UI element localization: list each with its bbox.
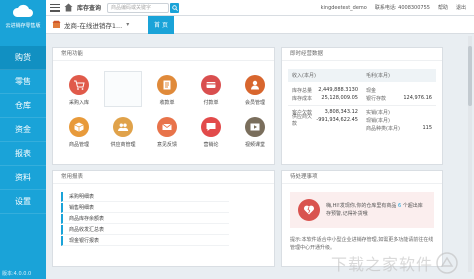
payment-button[interactable]: 付款单 bbox=[193, 71, 229, 109]
common-functions-panel: 常用功能 采购入库 收款单 付款单 会员管理 商品管理 供应商管理 意见反馈 营… bbox=[52, 47, 275, 165]
cash-row: 现金 bbox=[366, 87, 377, 94]
supplier-management-button[interactable]: 供应商管理 bbox=[105, 113, 141, 151]
version-label: 版本:4.0.0.0 bbox=[2, 271, 32, 277]
reports-list: 采购明细表 销售明细表 商品库存余额表 商品收发汇总表 现金银行报表 bbox=[53, 184, 274, 246]
search-button[interactable] bbox=[170, 2, 180, 13]
supplier-icon bbox=[113, 117, 133, 137]
sidebar-item-settings[interactable]: 设置 bbox=[0, 190, 46, 214]
brand-name: 云进销存零售版 bbox=[5, 23, 41, 29]
panel-title: 常用功能 bbox=[53, 48, 274, 61]
store-name: 龙商-在线进销存1... bbox=[64, 21, 123, 30]
common-reports-panel: 常用报表 采购明细表 销售明细表 商品库存余额表 商品收发汇总表 现金银行报表 bbox=[52, 170, 275, 267]
help-link[interactable]: 帮助 bbox=[438, 4, 448, 11]
sidebar-item-data[interactable]: 资料 bbox=[0, 166, 46, 190]
sidebar-item-purchase[interactable]: 购货 bbox=[0, 46, 46, 70]
video-class-button[interactable]: 视频课堂 bbox=[237, 113, 273, 151]
blank-slot bbox=[104, 71, 142, 109]
bank-row: 银行存款 124,976.16 bbox=[366, 95, 432, 102]
sidebar-item-retail[interactable]: 零售 bbox=[0, 70, 46, 94]
cloud-logo-icon bbox=[12, 4, 34, 18]
purchase-in-button[interactable]: 采购入库 bbox=[61, 71, 97, 109]
report-goods-summary[interactable]: 商品收发汇总表 bbox=[61, 225, 229, 235]
video-icon bbox=[245, 117, 265, 137]
tip-note: 提示:本软件适合中小型企业进销存管理,如需更多功能请前往在线管理中心开通升级。 bbox=[290, 237, 434, 251]
search-input[interactable]: 商品编码或关键字 bbox=[107, 2, 170, 13]
watermark-text: 下载之家软件 bbox=[330, 255, 433, 274]
realtime-table: 库存总量 2,449,888.3130 库存成本 25,128,009.05 客户欠… bbox=[288, 86, 436, 132]
stock-cost-row: 库存成本 25,128,009.05 bbox=[292, 95, 358, 102]
sidebar-item-reports[interactable]: 报表 bbox=[0, 142, 46, 166]
store-icon bbox=[52, 20, 61, 29]
watermark-logo-icon bbox=[436, 252, 458, 274]
user-name[interactable]: kingdeetest_demo bbox=[321, 5, 367, 11]
logout-link[interactable]: 退出 bbox=[456, 4, 466, 11]
goods-types-row: 商品种类(本月) 115 bbox=[366, 125, 432, 132]
search-icon bbox=[171, 4, 178, 11]
panel-title: 即时经营数据 bbox=[282, 48, 442, 61]
report-purchase-detail[interactable]: 采购明细表 bbox=[61, 192, 229, 202]
forum-button[interactable]: 营销论 bbox=[193, 113, 229, 151]
panel-title: 常用报表 bbox=[53, 171, 274, 184]
payment-icon bbox=[201, 75, 221, 95]
goods-icon bbox=[69, 117, 89, 137]
cart-icon bbox=[69, 75, 89, 95]
stock-warning-card[interactable]: 嗨,HI!发现你,你的仓库里有商品 6 个超出库存预警,记得补货哦 bbox=[290, 192, 434, 228]
report-cash-bank[interactable]: 现金银行报表 bbox=[61, 236, 229, 246]
supplier-debt-row: 供应商欠款 -991,934,622.45 bbox=[292, 114, 358, 127]
report-sales-detail[interactable]: 销售明细表 bbox=[61, 203, 229, 213]
watermark: 下载之家软件 bbox=[331, 251, 458, 275]
stock-warning-text: 嗨,HI!发现你,你的仓库里有商品 6 个超出库存预警,记得补货哦 bbox=[326, 203, 423, 217]
inventory-query-title[interactable]: 库存查询 bbox=[77, 3, 101, 12]
sidebar-item-funds[interactable]: 资金 bbox=[0, 118, 46, 142]
receipt-button[interactable]: 收款单 bbox=[149, 71, 185, 109]
phone-label: 联系电话: 4008300755 bbox=[374, 5, 430, 11]
sidebar: 云进销存零售版 购货 零售 仓库 资金 报表 资料 设置 版本:4.0.0.0 bbox=[0, 0, 46, 279]
sidebar-nav: 购货 零售 仓库 资金 报表 资料 设置 bbox=[0, 46, 46, 214]
broken-heart-icon bbox=[298, 199, 320, 221]
member-management-button[interactable]: 会员管理 bbox=[237, 71, 273, 109]
top-bar: 库存查询 商品编码或关键字 kingdeetest_demo 联系电话: 400… bbox=[46, 0, 474, 16]
sidebar-item-warehouse[interactable]: 仓库 bbox=[0, 94, 46, 118]
functions-grid: 采购入库 收款单 付款单 会员管理 商品管理 供应商管理 意见反馈 营销论 视频… bbox=[53, 61, 274, 151]
realtime-left-column: 库存总量 2,449,888.3130 库存成本 25,128,009.05 客户欠… bbox=[288, 86, 362, 132]
realtime-right-column: 现金 银行存款 124,976.16 实销(本月) 现销(本月) 商品种类(本月)… bbox=[362, 86, 436, 132]
vertical-scrollbar[interactable] bbox=[468, 36, 472, 272]
goods-management-button[interactable]: 商品管理 bbox=[61, 113, 97, 151]
home-icon[interactable] bbox=[64, 3, 73, 12]
store-bar: 龙商-在线进销存1... ▾ 首 页 bbox=[46, 15, 474, 34]
receipt-icon bbox=[157, 75, 177, 95]
actual-sales-row: 实销(本月) bbox=[366, 109, 390, 116]
menu-icon[interactable] bbox=[50, 3, 60, 12]
mail-icon bbox=[157, 117, 177, 137]
feedback-button[interactable]: 意见反馈 bbox=[149, 113, 185, 151]
stock-total-row: 库存总量 2,449,888.3130 bbox=[292, 87, 358, 94]
panel-title: 待处理事项 bbox=[282, 171, 442, 184]
realtime-data-panel: 即时经营数据 收入(本月) 毛利(本月) 库存总量 2,449,888.3130 … bbox=[281, 47, 443, 165]
blank-tile bbox=[104, 71, 142, 107]
tab-home[interactable]: 首 页 bbox=[148, 15, 174, 34]
scrollbar-thumb[interactable] bbox=[468, 46, 472, 106]
chevron-down-icon: ▾ bbox=[126, 21, 130, 28]
member-icon bbox=[245, 75, 265, 95]
top-right-info: kingdeetest_demo 联系电话: 4008300755 帮助 退出 bbox=[313, 4, 466, 12]
forum-icon bbox=[201, 117, 221, 137]
report-stock-balance[interactable]: 商品库存余额表 bbox=[61, 214, 229, 224]
store-selector[interactable]: 龙商-在线进销存1... ▾ bbox=[52, 20, 142, 30]
cash-sales-row: 现销(本月) bbox=[366, 117, 390, 124]
brand: 云进销存零售版 bbox=[0, 0, 46, 46]
realtime-header: 收入(本月) 毛利(本月) bbox=[288, 69, 436, 82]
